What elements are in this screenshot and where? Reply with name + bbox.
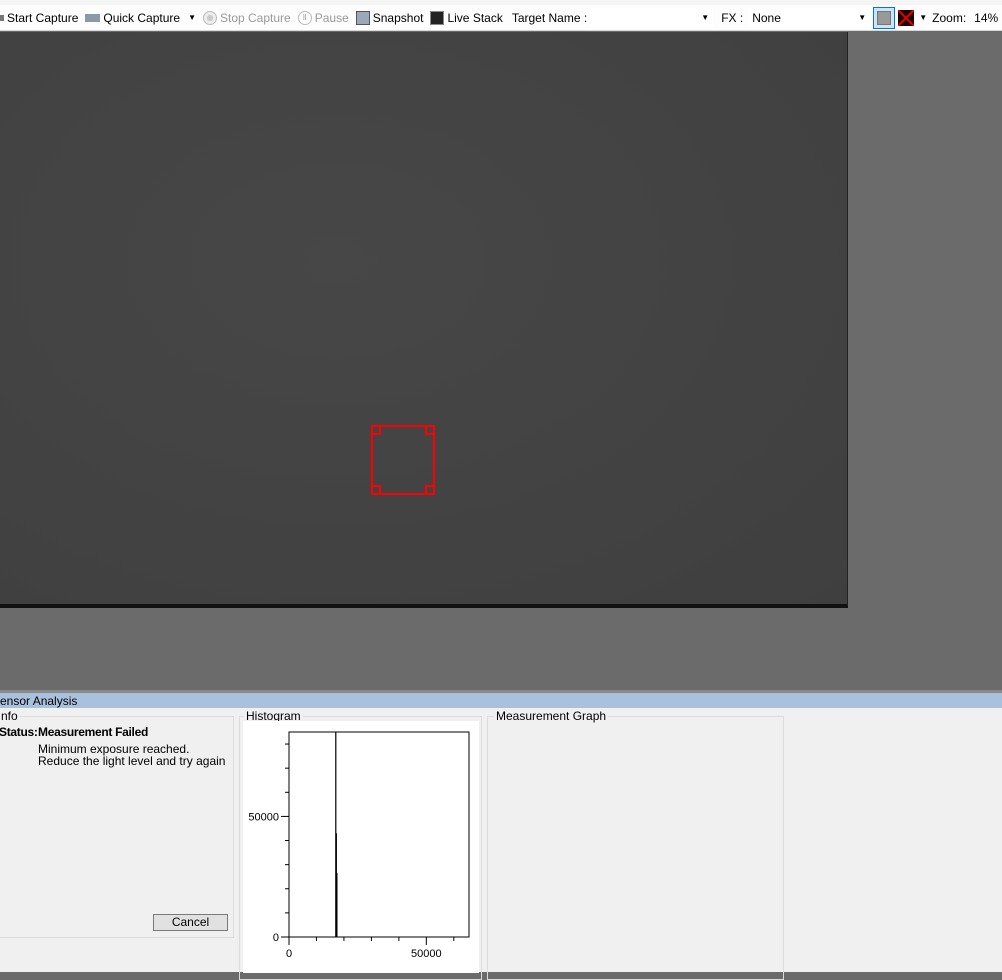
live-stack-icon bbox=[430, 10, 445, 25]
x-tick-label: 0 bbox=[286, 948, 292, 960]
frame-icon bbox=[877, 10, 892, 25]
y-tick-label: 50000 bbox=[248, 811, 279, 823]
y-tick-label: 0 bbox=[273, 932, 279, 944]
measurement-graph-group: Measurement Graph bbox=[487, 709, 784, 980]
histogram-bar bbox=[336, 873, 338, 937]
plot-frame bbox=[288, 731, 470, 938]
status-value: Measurement Failed bbox=[38, 725, 148, 739]
histogram-chart-area: 0 50000 0 50000 bbox=[243, 721, 479, 973]
live-stack-button[interactable]: Live Stack bbox=[430, 7, 503, 29]
chevron-down-icon[interactable]: ▼ bbox=[188, 13, 196, 22]
panel-header: ensor Analysis bbox=[0, 690, 1002, 708]
stop-capture-button[interactable]: Stop Capture bbox=[203, 7, 291, 29]
roi-rectangle[interactable] bbox=[371, 425, 435, 495]
zoom-value[interactable]: 14% bbox=[974, 11, 998, 25]
target-name-label: Target Name : bbox=[511, 10, 588, 25]
snapshot-button[interactable]: Snapshot bbox=[355, 7, 423, 29]
quick-capture-button[interactable]: Quick Capture ▼ bbox=[85, 7, 196, 29]
x-tick-label: 50000 bbox=[411, 948, 442, 960]
crosshair-icon bbox=[898, 9, 915, 26]
capture-toolbar: Start Capture Quick Capture ▼ Stop Captur… bbox=[0, 5, 1002, 31]
status-label: Status: bbox=[0, 725, 38, 739]
stop-icon bbox=[203, 10, 217, 25]
frame-overlay-button[interactable] bbox=[873, 6, 896, 29]
image-viewer[interactable] bbox=[0, 32, 848, 608]
histogram-group: Histogram 0 50000 0 50000 bbox=[239, 709, 482, 980]
chevron-down-icon: ▼ bbox=[701, 13, 710, 22]
pause-button[interactable]: ll Pause bbox=[297, 7, 349, 29]
zoom-label: Zoom: bbox=[932, 10, 967, 25]
camera-icon bbox=[85, 13, 101, 22]
start-capture-button[interactable]: Start Capture bbox=[0, 7, 78, 29]
pause-icon: ll bbox=[297, 10, 312, 25]
info-group: nfo Status: Measurement Failed Minimum e… bbox=[0, 709, 234, 938]
snapshot-icon bbox=[355, 10, 370, 25]
fx-combo[interactable]: None ▼ bbox=[748, 7, 871, 28]
chevron-down-icon: ▼ bbox=[858, 13, 867, 22]
cancel-button[interactable]: Cancel bbox=[153, 914, 228, 931]
histogram-chart: 0 50000 0 50000 bbox=[248, 731, 470, 960]
status-message: Minimum exposure reached. Reduce the lig… bbox=[38, 742, 226, 768]
fx-label: FX : bbox=[721, 10, 744, 25]
target-name-combo[interactable]: ▼ bbox=[591, 7, 714, 28]
chevron-down-icon[interactable]: ▼ bbox=[919, 13, 927, 22]
crosshair-button[interactable] bbox=[898, 9, 915, 26]
record-icon bbox=[0, 14, 4, 21]
sensor-analysis-panel: nfo Status: Measurement Failed Minimum e… bbox=[0, 708, 1002, 980]
